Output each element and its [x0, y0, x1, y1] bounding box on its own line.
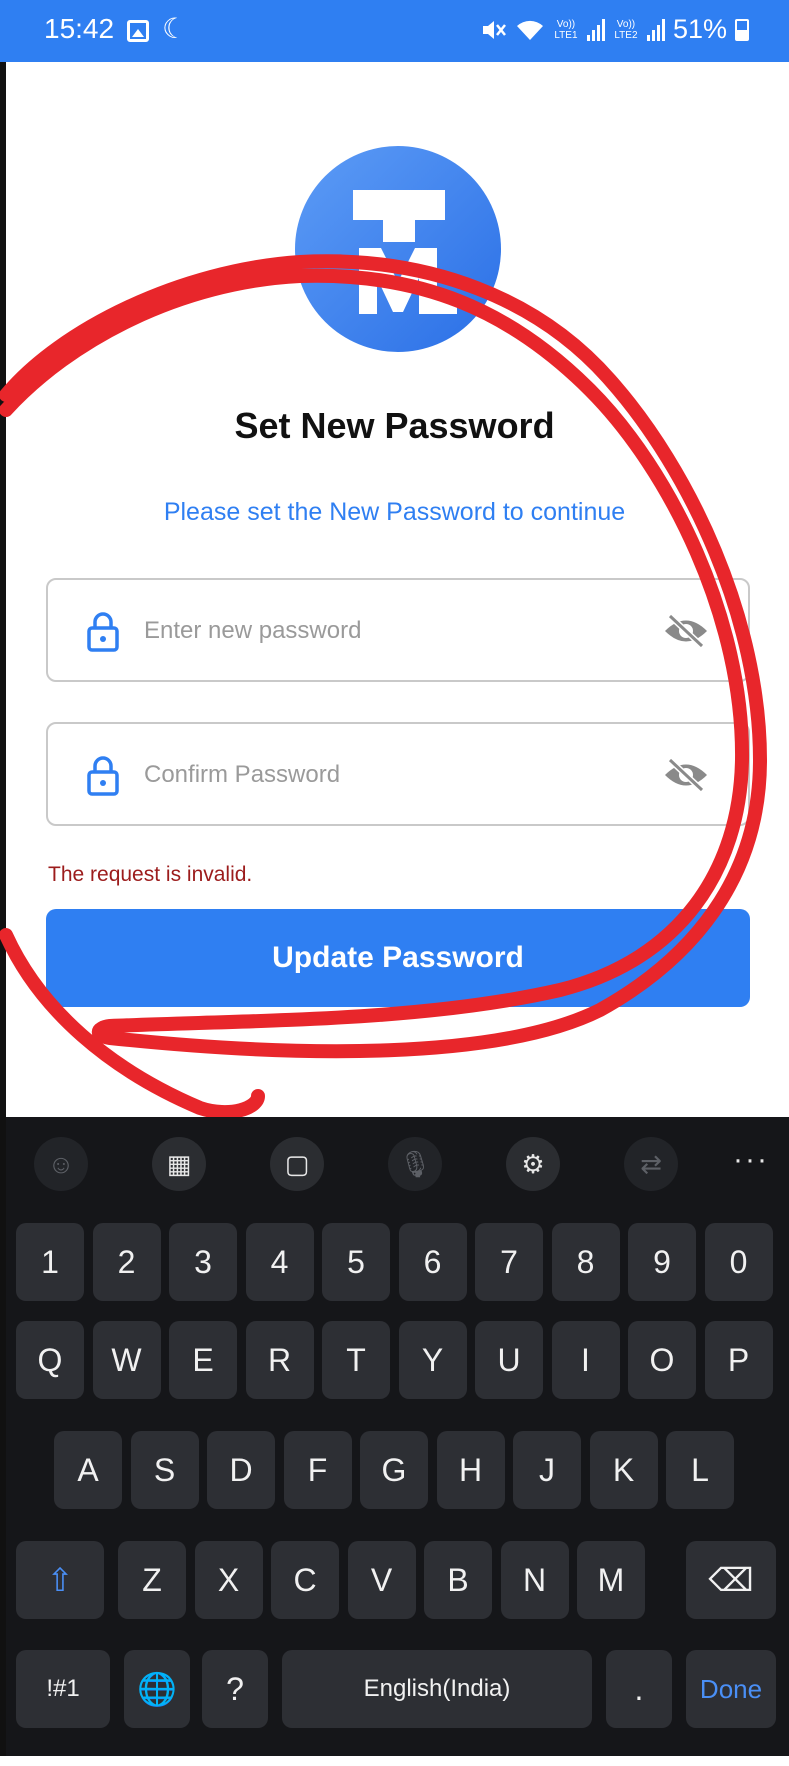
do-not-disturb-icon: ☾	[162, 13, 188, 44]
battery-icon	[735, 18, 749, 41]
key-w[interactable]: W	[92, 1321, 161, 1399]
eye-off-icon[interactable]	[662, 756, 710, 794]
soft-keyboard: ☺ ▦ ▢ 🎙 ⚙ ⇄ ··· 1234567890 QWERTYUIOP ASDF…	[6, 1117, 789, 1756]
key-4[interactable]: 4	[245, 1223, 314, 1301]
key-9[interactable]: 9	[628, 1223, 696, 1301]
microphone-icon[interactable]: 🎙	[388, 1137, 442, 1191]
key-1[interactable]: 1	[16, 1223, 84, 1301]
lock-icon	[87, 756, 119, 796]
volte-lte2-label: Vo)) LTE2	[614, 18, 638, 41]
key-c[interactable]: C	[271, 1541, 339, 1619]
key-i[interactable]: I	[551, 1321, 620, 1399]
page-title: Set New Password	[234, 405, 555, 446]
confirm-password-input[interactable]	[144, 748, 624, 802]
key-2[interactable]: 2	[92, 1223, 161, 1301]
done-key[interactable]: Done	[686, 1650, 776, 1728]
eye-off-icon[interactable]	[662, 612, 710, 650]
key-s[interactable]: S	[130, 1431, 199, 1509]
key-7[interactable]: 7	[475, 1223, 543, 1301]
backspace-key[interactable]: ⌫	[686, 1541, 776, 1619]
battery-percent: 51%	[672, 14, 727, 44]
emoji-icon[interactable]: ☺	[34, 1137, 88, 1191]
period-key[interactable]: .	[606, 1650, 672, 1728]
symbols-key[interactable]: !#1	[16, 1650, 110, 1728]
key-l[interactable]: L	[666, 1431, 734, 1509]
key-k[interactable]: K	[589, 1431, 658, 1509]
key-p[interactable]: P	[704, 1321, 773, 1399]
error-message: The request is invalid.	[48, 863, 253, 886]
key-m[interactable]: M	[577, 1541, 645, 1619]
gallery-notification-icon	[127, 20, 149, 42]
mute-icon	[482, 20, 506, 39]
key-h[interactable]: H	[436, 1431, 505, 1509]
key-0[interactable]: 0	[704, 1223, 773, 1301]
key-8[interactable]: 8	[551, 1223, 620, 1301]
language-key[interactable]: 🌐	[124, 1650, 190, 1728]
new-password-field[interactable]	[46, 578, 750, 682]
signal-bars-2-icon	[646, 18, 665, 41]
key-u[interactable]: U	[475, 1321, 543, 1399]
keypad-icon[interactable]: ▦	[152, 1137, 206, 1191]
key-d[interactable]: D	[207, 1431, 275, 1509]
status-time: 15:42	[44, 13, 115, 44]
key-q[interactable]: Q	[16, 1321, 84, 1399]
status-icons: Vo)) LTE1 Vo)) LTE2 51%	[481, 14, 749, 45]
space-key[interactable]: English(India)	[282, 1650, 592, 1728]
key-5[interactable]: 5	[322, 1223, 390, 1301]
key-x[interactable]: X	[194, 1541, 263, 1619]
app-logo	[295, 146, 501, 352]
key-n[interactable]: N	[500, 1541, 569, 1619]
confirm-password-field[interactable]	[46, 722, 750, 826]
key-e[interactable]: E	[169, 1321, 237, 1399]
lock-icon	[87, 612, 119, 652]
status-bar: 15:42 ☾ Vo)) LTE1 Vo)) LTE2 51%	[0, 0, 789, 62]
wifi-icon	[516, 20, 543, 40]
translate-icon[interactable]: ⇄	[624, 1137, 678, 1191]
key-y[interactable]: Y	[398, 1321, 467, 1399]
settings-icon[interactable]: ⚙	[506, 1137, 560, 1191]
tm-logo-icon	[353, 190, 457, 314]
signal-bars-1-icon	[586, 18, 605, 41]
page-subtitle: Please set the New Password to continue	[163, 498, 626, 526]
new-password-input[interactable]	[144, 604, 624, 658]
clipboard-icon[interactable]: ▢	[270, 1137, 324, 1191]
more-options-icon[interactable]: ···	[733, 1143, 769, 1177]
key-r[interactable]: R	[245, 1321, 314, 1399]
keyboard-toolbar: ☺ ▦ ▢ 🎙 ⚙ ⇄ ···	[6, 1117, 789, 1209]
volte-lte1-label: Vo)) LTE1	[554, 18, 578, 41]
key-o[interactable]: O	[628, 1321, 696, 1399]
key-3[interactable]: 3	[169, 1223, 237, 1301]
question-key[interactable]: ?	[202, 1650, 268, 1728]
key-j[interactable]: J	[513, 1431, 581, 1509]
shift-key[interactable]: ⇧	[16, 1541, 104, 1619]
key-a[interactable]: A	[54, 1431, 122, 1509]
navigation-bar	[0, 1756, 789, 1766]
key-6[interactable]: 6	[398, 1223, 467, 1301]
key-z[interactable]: Z	[118, 1541, 186, 1619]
key-f[interactable]: F	[283, 1431, 352, 1509]
key-t[interactable]: T	[322, 1321, 390, 1399]
update-password-button[interactable]: Update Password	[46, 909, 750, 1007]
key-v[interactable]: V	[347, 1541, 416, 1619]
key-g[interactable]: G	[360, 1431, 428, 1509]
key-b[interactable]: B	[424, 1541, 492, 1619]
